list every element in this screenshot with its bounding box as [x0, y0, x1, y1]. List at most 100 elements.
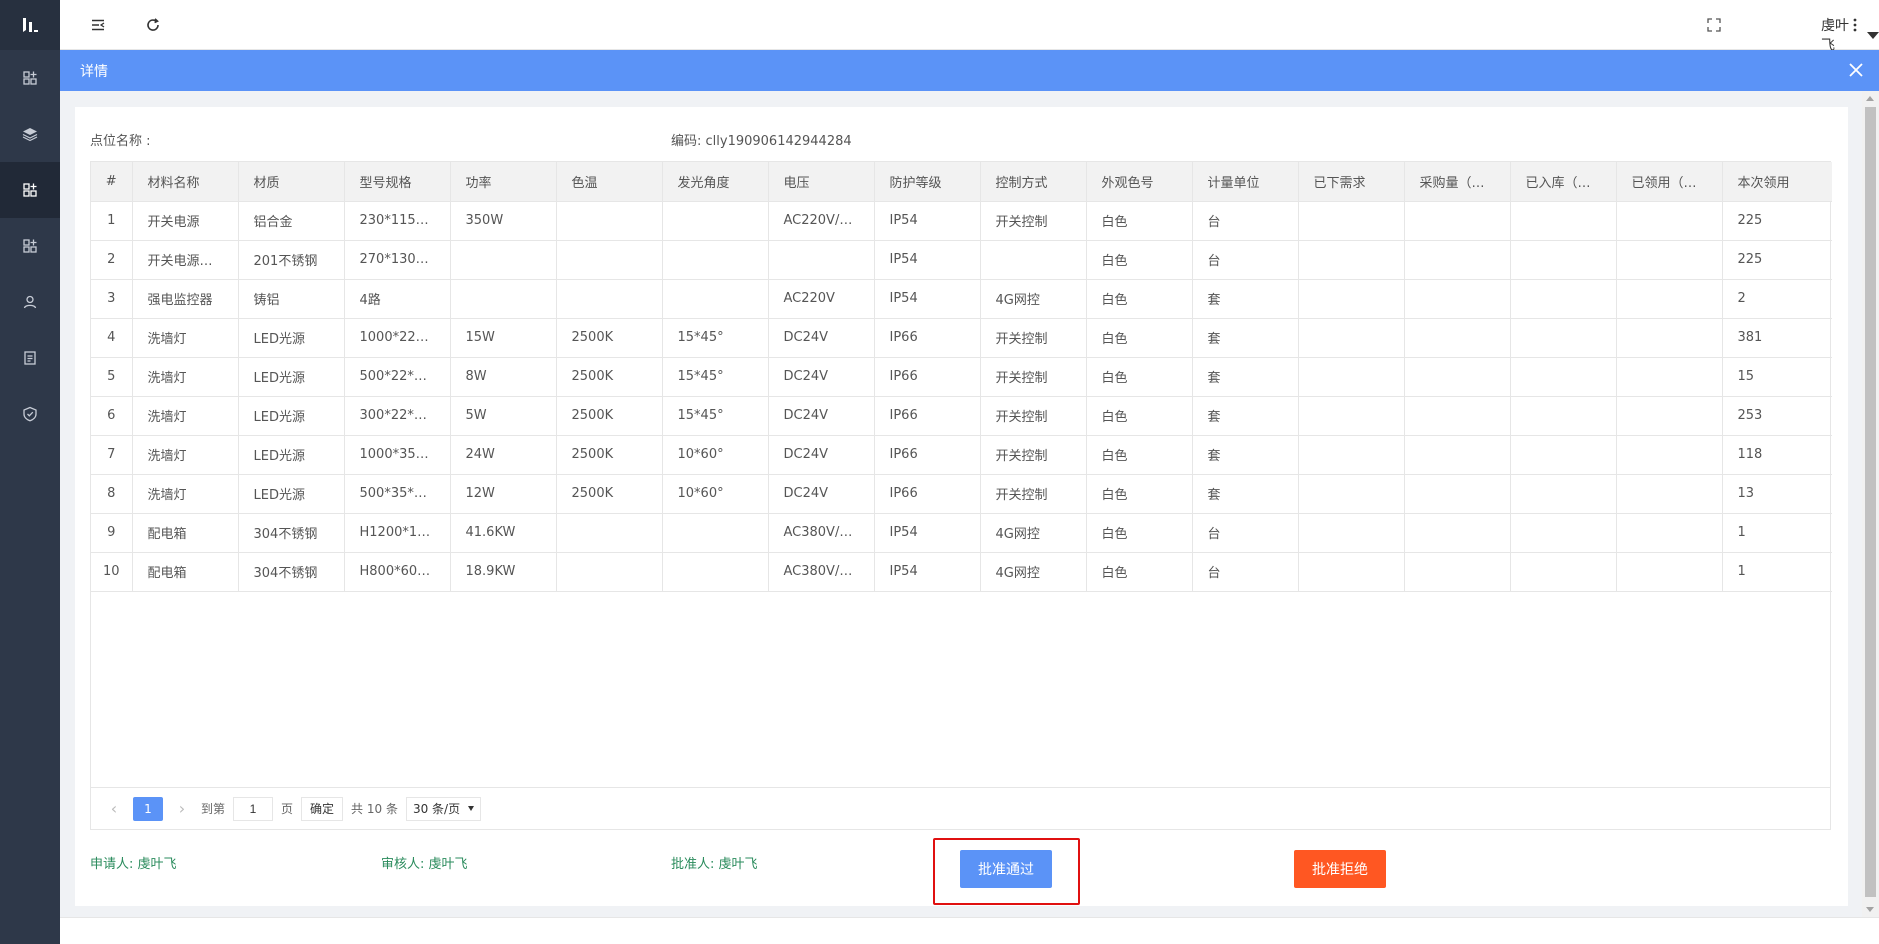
reject-button[interactable]: 批准拒绝: [1294, 850, 1386, 888]
table-cell: 2: [1722, 279, 1832, 319]
table-cell: 1: [1722, 513, 1832, 553]
table-cell: [1404, 396, 1511, 436]
table-cell: IP66: [874, 318, 981, 358]
table-cell: 洗墙灯: [132, 357, 239, 397]
table-cell: [450, 279, 557, 319]
table-row[interactable]: 9 配电箱 304不锈钢 H1200*1… 41.6KW AC380V/… IP54 4G网控…: [91, 513, 1832, 553]
sidebar-item-5[interactable]: [0, 274, 60, 330]
sidebar: [0, 0, 60, 944]
table-row[interactable]: 3 强电监控器 铸铝 4路 AC220V IP54 4G网控 白色套 2: [91, 279, 1832, 319]
column-header: 已下需求: [1298, 162, 1405, 202]
table-row[interactable]: 7 洗墙灯 LED光源 1000*35*… 24W 2500K 10*60° DC24V IP6…: [91, 435, 1832, 475]
table-cell: 2500K: [556, 318, 663, 358]
sidebar-item-2[interactable]: [0, 106, 60, 162]
close-icon[interactable]: [1847, 61, 1865, 79]
table-row[interactable]: 10 配电箱 304不锈钢 H800*60… 18.9KW AC380V/… IP54 4G网…: [91, 552, 1832, 592]
table-cell: 2500K: [556, 396, 663, 436]
table-row[interactable]: 6 洗墙灯 LED光源 300*22*H… 5W 2500K 15*45° DC24V IP66…: [91, 396, 1832, 436]
table-cell: [1298, 279, 1405, 319]
table-cell: 6: [91, 396, 133, 436]
next-page-icon[interactable]: ›: [171, 797, 193, 821]
table-row[interactable]: 2 开关电源… 201不锈钢 270*130*… IP54 白色台 225: [91, 240, 1832, 280]
confirm-page-button[interactable]: 确定: [301, 796, 344, 821]
sidebar-item-6[interactable]: [0, 330, 60, 386]
chevron-down-icon: [1867, 31, 1879, 39]
sidebar-item-7[interactable]: [0, 386, 60, 442]
table-cell: 白色: [1086, 435, 1193, 475]
current-page-button[interactable]: 1: [133, 796, 163, 821]
collapse-menu-button[interactable]: [88, 15, 108, 35]
bottom-footer-strip: [60, 917, 1879, 944]
app-logo[interactable]: [0, 0, 60, 50]
table-cell: [1616, 513, 1723, 553]
column-header: 采购量（…: [1404, 162, 1511, 202]
table-cell: 洗墙灯: [132, 474, 239, 514]
fullscreen-icon: [1707, 18, 1721, 32]
table-cell: 230*115*…: [344, 201, 451, 241]
table-cell: [1298, 396, 1405, 436]
table-row[interactable]: 1 开关电源 铝合金 230*115*… 350W AC220V/… IP54 开关控制 白色台…: [91, 201, 1832, 241]
table-cell: [1404, 240, 1511, 280]
sidebar-item-3[interactable]: [0, 162, 60, 218]
table-cell: IP66: [874, 474, 981, 514]
table-cell: [1298, 435, 1405, 475]
more-options-button[interactable]: [1845, 15, 1865, 35]
table-cell: IP54: [874, 513, 981, 553]
table-row[interactable]: 8 洗墙灯 LED光源 500*35*H… 12W 2500K 10*60° DC24V IP6…: [91, 474, 1832, 514]
table-cell: IP66: [874, 396, 981, 436]
scroll-up-arrow-icon[interactable]: [1866, 96, 1874, 101]
column-header: 计量单位: [1192, 162, 1299, 202]
table-cell: 2500K: [556, 474, 663, 514]
table-cell: 300*22*H…: [344, 396, 451, 436]
table-cell: [980, 240, 1087, 280]
applicant-label: 申请人: 虔叶飞: [90, 857, 177, 872]
page-size-select[interactable]: 30 条/页: [405, 796, 482, 821]
table-cell: LED光源: [238, 357, 345, 397]
table-cell: [1404, 318, 1511, 358]
location-name-label: 点位名称 :: [90, 134, 151, 149]
table-cell: [1298, 201, 1405, 241]
table-cell: IP54: [874, 279, 981, 319]
sidebar-item-4[interactable]: [0, 218, 60, 274]
table-cell: 13: [1722, 474, 1832, 514]
table-cell: 15W: [450, 318, 557, 358]
table-cell: 5: [91, 357, 133, 397]
table-cell: 9: [91, 513, 133, 553]
table-cell: [1404, 201, 1511, 241]
table-cell: [1510, 240, 1617, 280]
table-cell: 套: [1192, 279, 1299, 319]
scrollbar-thumb[interactable]: [1865, 107, 1876, 897]
table-cell: DC24V: [768, 474, 875, 514]
table-cell: [662, 513, 769, 553]
logo-icon: [23, 18, 38, 32]
table-cell: 1000*35*…: [344, 435, 451, 475]
sidebar-item-1[interactable]: [0, 50, 60, 106]
prev-page-icon[interactable]: ‹: [103, 797, 125, 821]
table-cell: [1510, 318, 1617, 358]
table-cell: LED光源: [238, 474, 345, 514]
fullscreen-button[interactable]: [1704, 15, 1724, 35]
table-cell: [1616, 474, 1723, 514]
table-cell: [556, 201, 663, 241]
page-unit-label: 页: [281, 802, 294, 816]
table-row[interactable]: 5 洗墙灯 LED光源 500*22*H… 8W 2500K 15*45° DC24V IP66…: [91, 357, 1832, 397]
pagination: ‹ 1 › 到第 页 确定 共 10 条 30 条/页: [91, 787, 1830, 829]
refresh-button[interactable]: [143, 15, 163, 35]
table-cell: 白色: [1086, 240, 1193, 280]
approve-button[interactable]: 批准通过: [960, 850, 1052, 888]
table-row[interactable]: 4 洗墙灯 LED光源 1000*22*… 15W 2500K 15*45° DC24V IP6…: [91, 318, 1832, 358]
table-header-row: # 材料名称 材质 型号规格 功率 色温 发光角度 电压 防护等级 控制方式 外观色号 计量单位 已下需…: [91, 162, 1832, 202]
table-cell: 2500K: [556, 435, 663, 475]
table-cell: 225: [1722, 240, 1832, 280]
table-cell: DC24V: [768, 357, 875, 397]
table-cell: [556, 552, 663, 592]
page-number-input[interactable]: [233, 796, 274, 821]
column-header: 外观色号: [1086, 162, 1193, 202]
table-cell: [1404, 552, 1511, 592]
materials-table: # 材料名称 材质 型号规格 功率 色温 发光角度 电压 防护等级 控制方式 外观色号 计量单位 已下需…: [90, 161, 1832, 830]
column-header: 本次领用: [1722, 162, 1832, 202]
clipboard-icon: [24, 351, 36, 365]
table-cell: [662, 552, 769, 592]
vertical-scrollbar[interactable]: [1862, 91, 1879, 917]
scroll-down-arrow-icon[interactable]: [1866, 907, 1874, 912]
